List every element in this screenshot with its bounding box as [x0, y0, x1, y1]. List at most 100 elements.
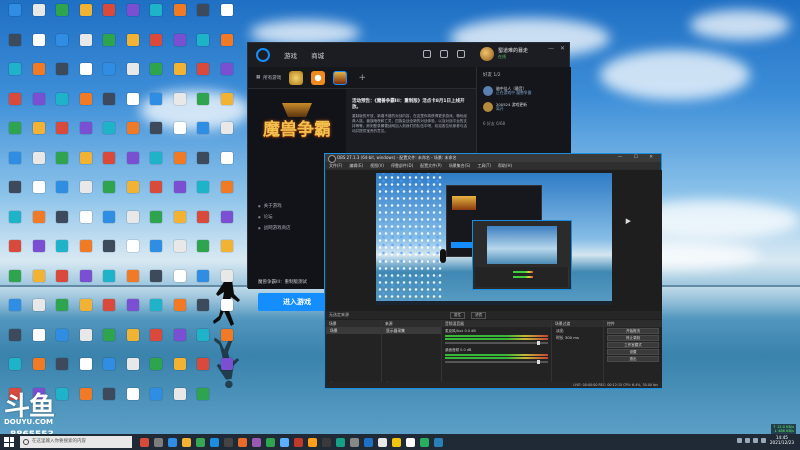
- properties-button[interactable]: 属性: [450, 312, 465, 319]
- desktop-shortcut-icon[interactable]: [192, 238, 214, 268]
- desktop-shortcut-icon[interactable]: [28, 209, 50, 239]
- avatar[interactable]: [480, 47, 494, 61]
- desktop-shortcut-icon[interactable]: [51, 238, 73, 268]
- friends-section-header[interactable]: 6 好友 6/68: [477, 115, 571, 129]
- obs-window[interactable]: OBS 27.1.3 (64-bit, windows) - 配置文件: 未命名…: [324, 153, 662, 389]
- desktop-shortcut-icon[interactable]: [122, 61, 144, 91]
- desktop-shortcut-icon[interactable]: [75, 61, 97, 91]
- close-icon[interactable]: ✕: [560, 45, 565, 52]
- desktop-shortcut-icon[interactable]: [169, 209, 191, 239]
- nav-shop[interactable]: 商城: [311, 52, 324, 60]
- taskbar-app-icon[interactable]: [336, 437, 345, 447]
- friend-item[interactable]: 暗中佳人（静音） 正在游戏中 魔兽争霸: [477, 83, 571, 99]
- volume-slider[interactable]: [445, 341, 548, 345]
- menu-file[interactable]: 文件(F): [329, 162, 342, 169]
- desktop-shortcut-icon[interactable]: [145, 386, 167, 416]
- desktop-shortcut-icon[interactable]: [216, 327, 238, 357]
- clock[interactable]: 14:45 2021/12/23: [770, 435, 794, 445]
- desktop-shortcut-icon[interactable]: [216, 297, 238, 327]
- desktop-shortcut-icon[interactable]: [169, 179, 191, 209]
- taskbar-app-icon[interactable]: [406, 437, 415, 447]
- minimize-icon[interactable]: —: [548, 45, 554, 52]
- taskbar-app-icon[interactable]: [168, 437, 177, 447]
- desktop-shortcut-icon[interactable]: [192, 150, 214, 180]
- notification-icon[interactable]: [457, 50, 465, 58]
- desktop-shortcut-icon[interactable]: [192, 91, 214, 121]
- desktop-shortcut-icon[interactable]: [216, 268, 238, 298]
- desktop-shortcut-icon[interactable]: [28, 297, 50, 327]
- filters-button[interactable]: 滤镜: [471, 312, 486, 319]
- desktop-shortcut-icon[interactable]: [145, 356, 167, 386]
- desktop-shortcut-icon[interactable]: [28, 327, 50, 357]
- desktop-shortcut-icon[interactable]: [51, 179, 73, 209]
- hearthstone-tab-icon[interactable]: [289, 70, 304, 85]
- taskbar-app-icon[interactable]: [280, 437, 289, 447]
- desktop-shortcut-icon[interactable]: [145, 327, 167, 357]
- desktop-shortcut-icon[interactable]: [4, 238, 26, 268]
- taskbar-app-icon[interactable]: [294, 437, 303, 447]
- mixer-channel[interactable]: 麦克风/Aux 0.0 dB: [442, 327, 551, 346]
- desktop-shortcut-icon[interactable]: [192, 32, 214, 62]
- studio-mode-button[interactable]: 工作室模式: [607, 342, 659, 348]
- desktop-shortcut-icon[interactable]: [122, 297, 144, 327]
- desktop-shortcut-icon[interactable]: [145, 179, 167, 209]
- friend-item[interactable]: 200524 游戏更新 离开: [477, 99, 571, 115]
- desktop-shortcut-icon[interactable]: [51, 91, 73, 121]
- desktop-shortcut-icon[interactable]: [28, 238, 50, 268]
- desktop-shortcut-icon[interactable]: [98, 91, 120, 121]
- desktop-shortcut-icon[interactable]: [28, 120, 50, 150]
- desktop-shortcut-icon[interactable]: [122, 327, 144, 357]
- desktop-shortcut-icon[interactable]: [98, 120, 120, 150]
- desktop-shortcut-icon[interactable]: [216, 356, 238, 386]
- desktop-shortcut-icon[interactable]: [192, 61, 214, 91]
- desktop-shortcut-icon[interactable]: [4, 91, 26, 121]
- desktop-shortcut-icon[interactable]: [169, 91, 191, 121]
- desktop-shortcut-icon[interactable]: [192, 2, 214, 32]
- taskbar-app-icon[interactable]: [196, 437, 205, 447]
- desktop-shortcut-icon[interactable]: [51, 268, 73, 298]
- desktop-shortcut-icon[interactable]: [98, 61, 120, 91]
- desktop-shortcut-icon[interactable]: [28, 150, 50, 180]
- desktop-shortcut-icon[interactable]: [75, 238, 97, 268]
- desktop-shortcut-icon[interactable]: [169, 356, 191, 386]
- network-icon[interactable]: [761, 438, 766, 443]
- desktop-shortcut-icon[interactable]: [75, 297, 97, 327]
- desktop-shortcut-icon[interactable]: [51, 32, 73, 62]
- desktop-shortcut-icon[interactable]: [145, 32, 167, 62]
- taskbar-search-input[interactable]: 在这里输入你要搜索的内容: [20, 436, 132, 448]
- desktop-shortcut-icon[interactable]: [28, 179, 50, 209]
- desktop-shortcut-icon[interactable]: [98, 327, 120, 357]
- desktop-shortcut-icon[interactable]: [4, 297, 26, 327]
- desktop-shortcut-icon[interactable]: [98, 297, 120, 327]
- desktop-shortcut-icon[interactable]: [122, 238, 144, 268]
- desktop-shortcut-icon[interactable]: [75, 356, 97, 386]
- desktop-shortcut-icon[interactable]: [75, 2, 97, 32]
- desktop-shortcut-icon[interactable]: [192, 268, 214, 298]
- desktop-shortcut-icon[interactable]: [75, 386, 97, 416]
- battlenet-logo-icon[interactable]: [256, 48, 270, 62]
- link-about[interactable]: 关于游戏: [258, 201, 291, 212]
- desktop-shortcut-icon[interactable]: [145, 297, 167, 327]
- desktop-shortcut-icon[interactable]: [122, 32, 144, 62]
- desktop-shortcut-icon[interactable]: [75, 268, 97, 298]
- news-icon[interactable]: [440, 50, 448, 58]
- taskbar-app-icon[interactable]: [392, 437, 401, 447]
- scene-item[interactable]: 场景: [326, 327, 381, 334]
- obs-window-controls[interactable]: — ☐ ✕: [618, 154, 658, 162]
- desktop-shortcut-icon[interactable]: [75, 327, 97, 357]
- desktop-shortcut-icon[interactable]: [122, 2, 144, 32]
- tray-icon[interactable]: [737, 438, 742, 443]
- battlenet-user[interactable]: 蜀道难的暴走 在线: [480, 47, 528, 61]
- version-select[interactable]: 魔兽争霸III：重制版测试: [258, 279, 307, 285]
- desktop-shortcut-icon[interactable]: [145, 238, 167, 268]
- desktop-shortcut-icon[interactable]: [51, 386, 73, 416]
- volume-slider[interactable]: [445, 360, 548, 364]
- menu-help[interactable]: 帮助(H): [498, 162, 512, 169]
- duration-input[interactable]: 300 ms: [565, 335, 579, 340]
- link-forum[interactable]: 论坛: [258, 212, 291, 223]
- source-item[interactable]: 显示器采集: [382, 327, 441, 334]
- desktop-shortcut-icon[interactable]: [51, 297, 73, 327]
- taskbar-app-icon[interactable]: [378, 437, 387, 447]
- news-title[interactable]: 活动预告：《魔兽争霸III：重制版》活点卡8月1日上线开放。: [352, 99, 470, 111]
- taskbar-app-icon[interactable]: [434, 437, 443, 447]
